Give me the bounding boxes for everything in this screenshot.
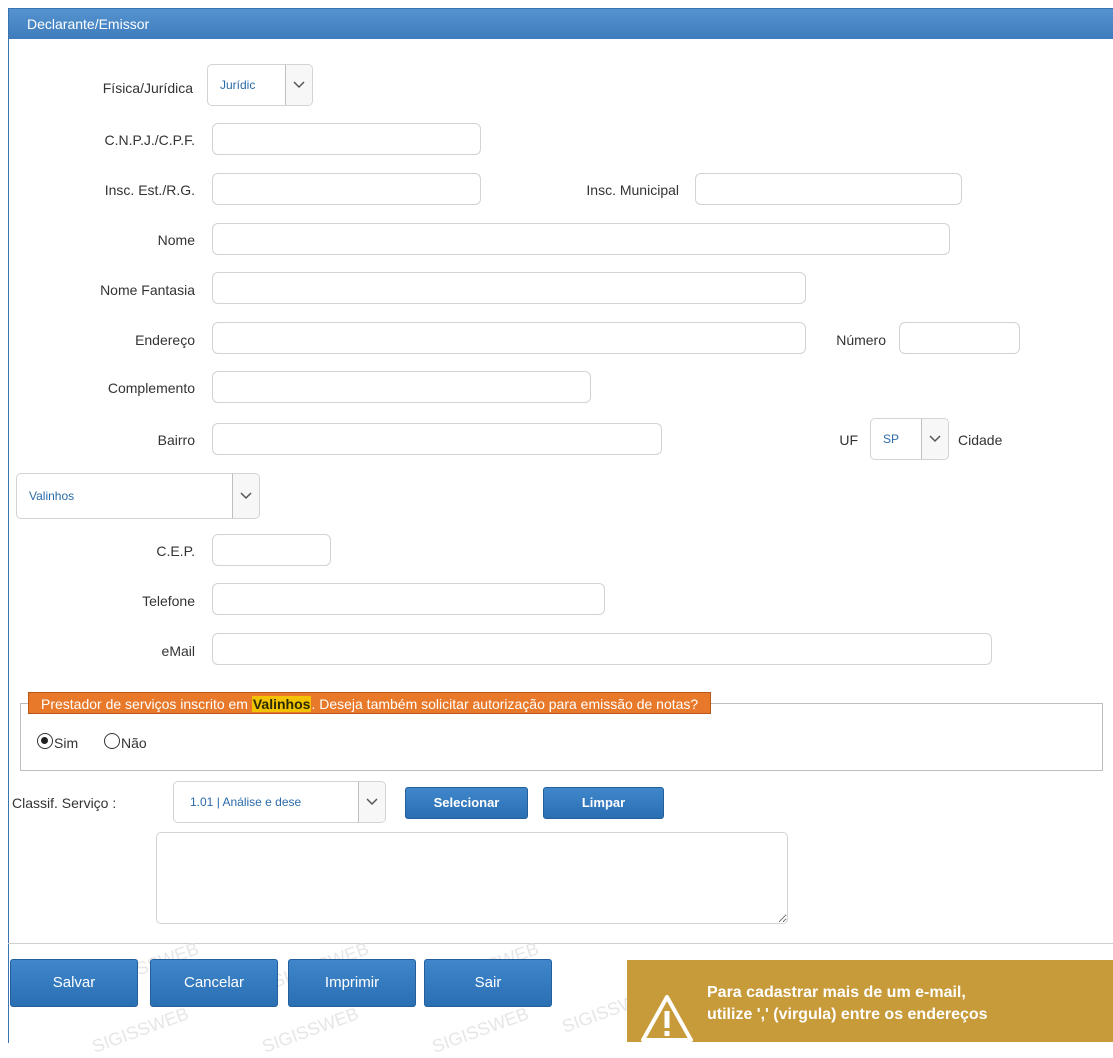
- chevron-down-icon: [285, 65, 312, 105]
- nao-radio[interactable]: [104, 733, 120, 749]
- toast-line-1: Para cadastrar mais de um e-mail,: [707, 984, 966, 1001]
- sim-radio[interactable]: [37, 733, 53, 749]
- uf-value: SP: [883, 432, 900, 446]
- cnpj-label: C.N.P.J./C.P.F.: [104, 132, 195, 148]
- insc-mun-input[interactable]: [695, 173, 962, 205]
- toast-line-2: utilize ',' (virgula) entre os endereços: [707, 1006, 988, 1023]
- footer-divider: [8, 943, 1113, 944]
- classif-value: 1.01 | Análise e dese: [190, 795, 302, 809]
- classif-textarea[interactable]: [156, 832, 788, 924]
- telefone-input[interactable]: [212, 583, 605, 615]
- endereco-input[interactable]: [212, 322, 806, 354]
- numero-label: Número: [836, 332, 886, 348]
- chevron-down-icon: [921, 419, 948, 459]
- fantasia-input[interactable]: [212, 272, 806, 304]
- cancelar-button[interactable]: Cancelar: [150, 959, 278, 1007]
- email-input[interactable]: [212, 633, 992, 665]
- selecionar-button[interactable]: Selecionar: [405, 787, 528, 819]
- cidade-select[interactable]: Valinhos: [16, 473, 260, 519]
- complemento-label: Complemento: [107, 380, 195, 396]
- cidade-label: Cidade: [958, 432, 1003, 448]
- bairro-label: Bairro: [157, 432, 195, 448]
- fantasia-label: Nome Fantasia: [100, 282, 195, 298]
- tipo-value: Jurídic: [220, 78, 256, 92]
- chevron-down-icon: [358, 782, 385, 822]
- limpar-button[interactable]: Limpar: [543, 787, 664, 819]
- panel-title: Declarante/Emissor: [9, 9, 1113, 39]
- telefone-label: Telefone: [142, 593, 195, 609]
- legend-text-before: Prestador de serviços inscrito em: [41, 696, 252, 712]
- uf-select[interactable]: SP: [870, 418, 949, 460]
- uf-label: UF: [839, 432, 858, 448]
- tipo-select[interactable]: Jurídic: [207, 64, 313, 106]
- imprimir-button[interactable]: Imprimir: [288, 959, 416, 1007]
- insc-est-input[interactable]: [212, 173, 481, 205]
- cidade-value: Valinhos: [29, 489, 75, 503]
- insc-est-label: Insc. Est./R.G.: [104, 182, 195, 198]
- legend-text-after: . Deseja também solicitar autorização pa…: [311, 696, 699, 712]
- cnpj-input[interactable]: [212, 123, 481, 155]
- classif-label: Classif. Serviço :: [12, 795, 117, 811]
- warning-icon: [641, 994, 693, 1045]
- nome-label: Nome: [157, 232, 195, 248]
- classif-select[interactable]: 1.01 | Análise e dese: [173, 781, 386, 823]
- bairro-input[interactable]: [212, 423, 662, 455]
- nao-label: Não: [121, 735, 147, 751]
- numero-input[interactable]: [899, 322, 1020, 354]
- insc-mun-label: Insc. Municipal: [586, 182, 679, 198]
- email-label: eMail: [161, 643, 195, 659]
- prestador-legend: Prestador de serviços inscrito em Valinh…: [28, 692, 712, 714]
- sim-label: Sim: [54, 735, 79, 751]
- tipo-label: Física/Jurídica: [102, 80, 193, 96]
- email-tip-toast: Para cadastrar mais de um e-mail, utiliz…: [627, 960, 1113, 1042]
- toast-text: Para cadastrar mais de um e-mail, utiliz…: [707, 982, 988, 1026]
- sair-button[interactable]: Sair: [424, 959, 552, 1007]
- endereco-label: Endereço: [135, 332, 195, 348]
- nome-input[interactable]: [212, 223, 950, 255]
- chevron-down-icon: [232, 474, 259, 518]
- complemento-input[interactable]: [212, 371, 591, 403]
- cep-input[interactable]: [212, 534, 331, 566]
- legend-city: Valinhos: [251, 696, 312, 712]
- cep-label: C.E.P.: [156, 543, 195, 559]
- salvar-button[interactable]: Salvar: [10, 959, 138, 1007]
